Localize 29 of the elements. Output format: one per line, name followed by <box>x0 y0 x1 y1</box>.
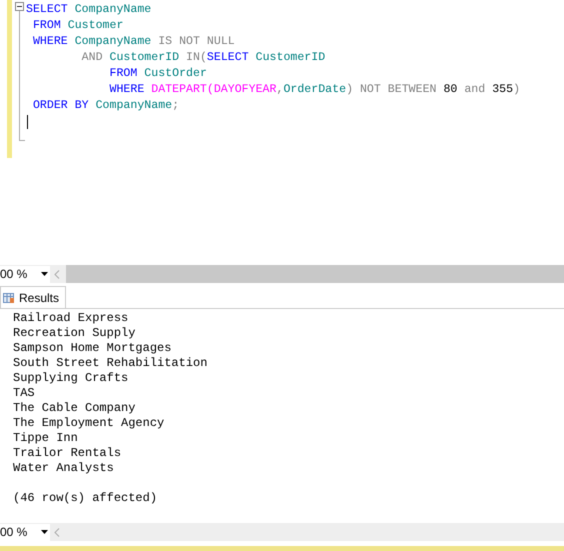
rows-affected-message: (46 row(s) affected) <box>13 491 158 506</box>
result-row: Trailor Rentals <box>13 446 122 461</box>
result-row: The Cable Company <box>13 401 136 416</box>
code-line: WHERE DATEPART(DAYOFYEAR,OrderDate) NOT BETWEEN 80 and 355) <box>108 82 520 98</box>
result-row: Supplying Crafts <box>13 371 128 386</box>
zoom-dropdown[interactable]: 00 % <box>0 266 50 282</box>
grid-icon <box>3 292 15 304</box>
caret-icon <box>41 272 48 276</box>
result-row: Water Analysts <box>13 461 114 476</box>
result-row: TAS <box>13 386 35 401</box>
collapse-icon[interactable] <box>15 2 24 11</box>
result-row: South Street Rehabilitation <box>13 356 208 371</box>
scroll-left-icon[interactable] <box>54 528 60 536</box>
caret-icon <box>41 530 48 534</box>
code-line: FROM CustOrder <box>108 66 207 82</box>
zoom-dropdown[interactable]: 00 % <box>0 524 50 540</box>
result-row: Railroad Express <box>13 311 128 326</box>
code-line: FROM Customer <box>32 18 124 34</box>
scroll-left-icon[interactable] <box>54 270 60 278</box>
result-row: The Employment Agency <box>13 416 164 431</box>
result-row: Sampson Home Mortgages <box>13 341 172 356</box>
text-cursor <box>27 115 28 129</box>
code-line: ORDER BY CompanyName; <box>32 98 180 114</box>
result-row: Tippe Inn <box>13 431 78 446</box>
code-line: AND CustomerID IN(SELECT CustomerID <box>80 50 326 66</box>
code-line: WHERE CompanyName IS NOT NULL <box>32 34 235 50</box>
result-row: Recreation Supply <box>13 326 136 341</box>
results-tab[interactable]: Results <box>0 286 66 308</box>
code-line: SELECT CompanyName <box>26 2 152 18</box>
